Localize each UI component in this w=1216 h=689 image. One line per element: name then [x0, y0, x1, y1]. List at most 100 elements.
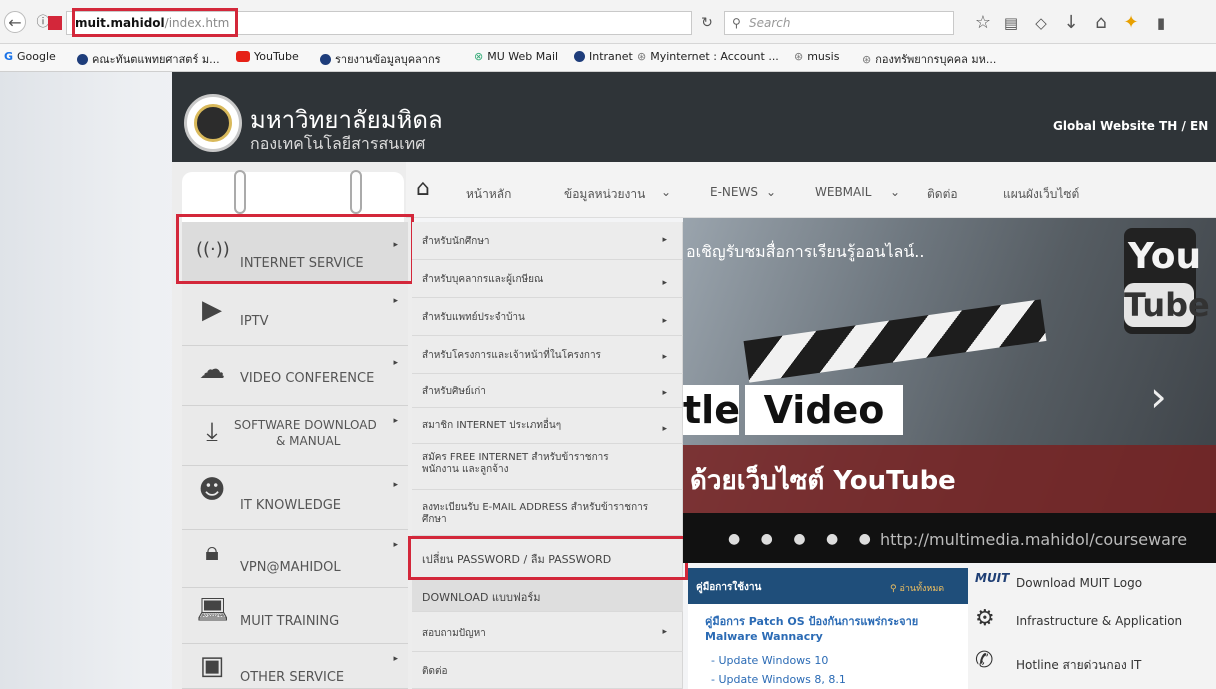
gear-icon: ⚙ [975, 606, 995, 631]
youtube-icon [236, 51, 250, 62]
globe-icon [574, 51, 585, 62]
chevron-down-icon: ⌄ [890, 185, 901, 199]
chevron-right-icon: ▸ [393, 654, 398, 664]
nav-home[interactable]: หน้าหลัก [466, 185, 511, 204]
muit-logo-icon: MUIT [975, 571, 1010, 585]
chevron-right-icon: ▸ [393, 296, 398, 306]
laptop-icon: 💻︎ [196, 595, 230, 625]
manual-read-all-link[interactable]: ⚲ อ่านทั้งหมด [890, 581, 944, 595]
chevron-right-icon: ▸ [393, 416, 398, 426]
site-warning-icon [48, 16, 62, 30]
university-seal-icon [194, 104, 232, 142]
download-icon[interactable]: ↓ [1060, 12, 1082, 34]
bookmark-dentistry[interactable]: คณะทันตแพทยศาสตร์ ม... [77, 50, 220, 68]
menu-software-download[interactable]: ⤓ SOFTWARE DOWNLOAD & MANUAL ▸ [182, 406, 408, 466]
reading-list-icon[interactable]: ▤ [1000, 12, 1022, 34]
banner-word-title: tle [683, 385, 739, 435]
menu-video-conference[interactable]: ☁ VIDEO CONFERENCE ▸ [182, 346, 408, 406]
manual-sub-link[interactable]: - Update Windows 8, 8.1 [711, 673, 846, 686]
bookmark-hr-division[interactable]: ⊛ กองทรัพยากรบุคคล มห... [862, 50, 996, 68]
play-icon: ▶ [202, 295, 222, 325]
nav-webmail[interactable]: WEBMAIL [815, 185, 871, 199]
chevron-right-icon: ▸ [393, 480, 398, 490]
submenu-students[interactable]: สำหรับนักศึกษา ▸ [412, 222, 683, 260]
lock-icon: 🔒︎ [205, 537, 219, 567]
department-name: กองเทคโนโลยีสารสนเทศ [250, 134, 426, 153]
submenu-projects[interactable]: สำหรับโครงการและเจ้าหน้าที่ในโครงการ ▸ [412, 336, 683, 374]
nav-enews[interactable]: E-NEWS [710, 185, 758, 199]
bookmark-mu-webmail[interactable]: ⊗ MU Web Mail [474, 50, 558, 63]
download-logo-link[interactable]: Download MUIT Logo [1016, 576, 1142, 590]
menu-vpn[interactable]: 🔒︎ VPN@MAHIDOL ▸ [182, 530, 408, 588]
globe-icon: ⊛ [862, 52, 872, 66]
search-input[interactable]: ⚲ Search [724, 11, 954, 35]
phone-icon: ✆ [975, 648, 994, 673]
bookmark-google[interactable]: G Google [4, 50, 56, 63]
submenu-download-forms[interactable]: DOWNLOAD แบบฟอร์ม [412, 578, 683, 612]
manual-title: คู่มือการใช้งาน [696, 582, 762, 593]
globe-icon: ⊛ [637, 50, 647, 63]
chevron-right-icon: ▸ [662, 352, 667, 362]
menu-it-knowledge[interactable]: ☻ IT KNOWLEDGE ▸ [182, 466, 408, 530]
change-password-highlight-box [408, 536, 688, 580]
google-icon: G [4, 50, 14, 63]
submenu-staff[interactable]: สำหรับบุคลากรและผู้เกษียณ ▸ [412, 260, 683, 298]
chevron-right-icon: ▸ [393, 540, 398, 550]
chevron-right-icon: ▸ [662, 388, 667, 398]
chevron-down-icon: ⌄ [661, 185, 672, 199]
pocket-icon[interactable]: ◇ [1030, 12, 1052, 34]
chevron-right-icon: ▸ [662, 424, 667, 434]
extension-icon[interactable]: ✦ [1120, 12, 1142, 34]
menu-other-service[interactable]: ▣ OTHER SERVICE ▸ [182, 644, 408, 689]
home-icon[interactable]: ⌂ [1090, 12, 1112, 34]
submenu-residents[interactable]: สำหรับแพทย์ประจำบ้าน ▸ [412, 298, 683, 336]
chevron-right-icon: ▸ [662, 627, 667, 637]
bookmark-intranet[interactable]: Intranet [574, 50, 633, 63]
banner-heading: อเชิญรับชมสื่อการเรียนรู้ออนไลน์.. [686, 242, 925, 261]
banner-url: http://multimedia.mahidol/courseware [880, 530, 1188, 549]
submenu-other-members[interactable]: สมาชิก INTERNET ประเภทอื่นๆ ▸ [412, 408, 683, 444]
bookmark-musis[interactable]: ⊛ musis [794, 50, 839, 63]
brain-head-icon: ☻ [198, 475, 226, 505]
bookmark-star-icon[interactable]: ☆ [972, 12, 994, 34]
global-website-link[interactable]: Global Website TH / EN [1053, 119, 1208, 133]
nav-sitemap[interactable]: แผนผังเว็บไซต์ [1003, 185, 1079, 204]
slider-next-icon[interactable]: › [1150, 372, 1167, 421]
slider-dots[interactable]: ● ● ● ● ● [728, 531, 879, 547]
search-icon: ⚲ [732, 16, 741, 30]
photo-icon: ▣ [199, 651, 225, 681]
submenu-alumni[interactable]: สำหรับศิษย์เก่า ▸ [412, 374, 683, 408]
manual-sub-link[interactable]: - Update Windows 10 [711, 654, 828, 667]
menu-muit-training[interactable]: 💻︎ MUIT TRAINING [182, 588, 408, 644]
chevron-down-icon: ⌄ [766, 185, 777, 199]
submenu-email-register[interactable]: ลงทะเบียนรับ E-MAIL ADDRESS สำหรับข้าราช… [412, 490, 683, 536]
nav-contact[interactable]: ติดต่อ [927, 185, 958, 204]
binder-ring-icon [350, 170, 362, 214]
globe-icon: ⊛ [794, 50, 804, 63]
menu-iptv[interactable]: ▶ IPTV ▸ [182, 284, 408, 346]
internet-service-highlight-box [176, 214, 414, 284]
bookmark-myinternet[interactable]: ⊛ Myinternet : Account ... [637, 50, 779, 63]
bookmark-youtube[interactable]: YouTube [236, 50, 299, 63]
back-icon[interactable]: ← [4, 11, 26, 33]
reload-icon[interactable]: ↻ [696, 12, 718, 34]
home-icon[interactable]: ⌂ [416, 176, 430, 201]
download-icon: ⤓ [206, 417, 218, 447]
chevron-right-icon: ▸ [662, 278, 667, 288]
submenu-contact[interactable]: ติดต่อ [412, 652, 683, 689]
infrastructure-link[interactable]: Infrastructure & Application [1016, 614, 1182, 628]
manual-headline-link[interactable]: คู่มือการ Patch OS ป้องกันการแพร่กระจาย … [705, 612, 955, 643]
submenu-free-internet[interactable]: สมัคร FREE INTERNET สำหรับข้าราชการ พนักง… [412, 444, 683, 490]
cloud-users-icon: ☁ [199, 355, 225, 385]
chevron-right-icon: ▸ [393, 358, 398, 368]
library-icon[interactable]: ▮ [1150, 12, 1172, 34]
globe-icon [77, 53, 88, 65]
nav-about[interactable]: ข้อมูลหน่วยงาน [564, 185, 645, 204]
bookmark-hr-report[interactable]: รายงานข้อมูลบุคลากร [320, 50, 441, 68]
youtube-logo-tube: Tube [1124, 283, 1210, 327]
bookmarks-bar: G Google คณะทันตแพทยศาสตร์ ม... YouTube ร… [0, 44, 1216, 72]
hotline-link[interactable]: Hotline สายด่วนกอง IT [1016, 656, 1141, 675]
banner-word-video: Video [745, 385, 903, 435]
webmail-icon: ⊗ [474, 50, 484, 63]
submenu-ask-question[interactable]: สอบถามปัญหา ▸ [412, 612, 683, 652]
